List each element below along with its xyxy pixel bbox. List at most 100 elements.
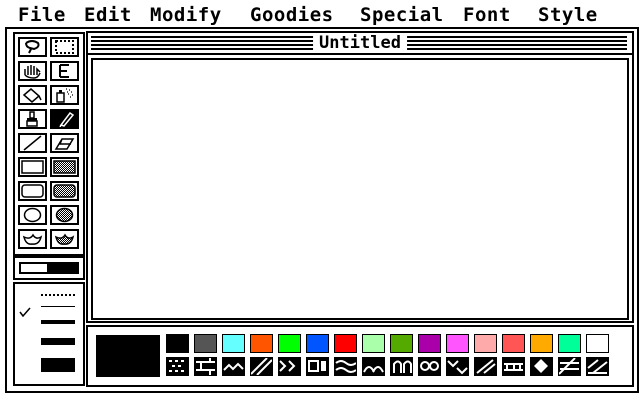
paintbrush-tool-icon: [26, 111, 38, 127]
filled-rounded-rectangle-tool[interactable]: [50, 181, 79, 201]
eraser-tool-icon: [54, 138, 75, 150]
menu-file[interactable]: File: [18, 3, 66, 27]
diamond-pattern-swatch[interactable]: [530, 357, 553, 376]
marquee-select-tool-icon: [55, 40, 74, 54]
color-swatch[interactable]: [222, 334, 245, 353]
oval-tool[interactable]: [18, 205, 47, 225]
circle-pattern-swatch[interactable]: [418, 357, 441, 376]
hatch-pattern-swatch[interactable]: [558, 357, 581, 376]
box-pattern-icon: [308, 360, 326, 372]
drawing-canvas[interactable]: [91, 58, 629, 320]
rectangle-tool[interactable]: [18, 157, 47, 177]
diag-hatch-pattern-icon: [587, 359, 608, 374]
spray-can-tool-icon: [56, 88, 73, 103]
color-swatch[interactable]: [334, 334, 357, 353]
herringbone-pattern-swatch[interactable]: [446, 357, 469, 376]
paintbrush-tool[interactable]: [18, 109, 47, 129]
window-title-bar[interactable]: Untitled: [88, 33, 632, 55]
color-swatch[interactable]: [194, 334, 217, 353]
filled-rounded-rectangle-tool-icon: [53, 184, 76, 198]
wave-pattern-swatch[interactable]: [334, 357, 357, 376]
filled-freeform-tool-icon: [54, 233, 75, 245]
zigzag-pattern-icon: [223, 362, 244, 371]
document-window: Untitled: [86, 31, 634, 323]
arch-pattern-swatch[interactable]: [390, 357, 413, 376]
marquee-select-tool[interactable]: [50, 37, 79, 57]
brick-pattern-swatch[interactable]: [194, 357, 217, 376]
weave-pattern-swatch[interactable]: [278, 357, 301, 376]
line-tool[interactable]: [18, 133, 47, 153]
menu-edit[interactable]: Edit: [84, 3, 132, 27]
color-swatch[interactable]: [586, 334, 609, 353]
color-swatch[interactable]: [418, 334, 441, 353]
color-swatch[interactable]: [166, 334, 189, 353]
grabber-hand-tool[interactable]: [18, 61, 47, 81]
paint-bucket-tool[interactable]: [18, 85, 47, 105]
rounded-rectangle-tool-icon: [21, 184, 44, 198]
diagonal-pattern-swatch[interactable]: [250, 357, 273, 376]
color-swatch[interactable]: [474, 334, 497, 353]
herringbone-pattern-icon: [447, 360, 468, 375]
line-width-thin[interactable]: [41, 306, 75, 307]
oval-tool-icon: [23, 207, 42, 223]
grabber-hand-tool-icon: [24, 65, 41, 79]
fill-swatch: [49, 262, 79, 274]
checker-pattern-icon: [169, 360, 184, 372]
filled-oval-tool-icon: [55, 207, 74, 223]
color-swatch[interactable]: [390, 334, 413, 353]
weave-pattern-icon: [279, 360, 296, 372]
color-swatch[interactable]: [558, 334, 581, 353]
color-swatch[interactable]: [362, 334, 385, 353]
lasso-tool-icon: [25, 40, 40, 54]
filled-rectangle-tool-icon: [53, 160, 76, 174]
line-width-extra-thick[interactable]: [41, 358, 75, 372]
shingle-pattern-swatch[interactable]: [502, 357, 525, 376]
checker-pattern-swatch[interactable]: [166, 357, 189, 376]
freeform-shape-tool-icon: [22, 233, 43, 245]
color-swatch[interactable]: [278, 334, 301, 353]
rectangle-tool-icon: [21, 160, 44, 174]
color-swatch[interactable]: [530, 334, 553, 353]
text-tool[interactable]: [50, 61, 79, 81]
menu-special[interactable]: Special: [360, 3, 444, 27]
line-width-dotted[interactable]: [41, 294, 75, 296]
filled-rectangle-tool[interactable]: [50, 157, 79, 177]
color-palette-window: [86, 325, 634, 387]
line-width-thick[interactable]: [41, 338, 75, 345]
circle-pattern-icon: [420, 361, 439, 371]
filled-oval-tool[interactable]: [50, 205, 79, 225]
brick-pattern-icon: [196, 358, 215, 375]
menu-font[interactable]: Font: [463, 3, 511, 27]
tool-palette: [13, 32, 85, 256]
lasso-tool[interactable]: [18, 37, 47, 57]
spray-can-tool[interactable]: [50, 85, 79, 105]
window-title: Untitled: [313, 34, 407, 53]
menu-goodies[interactable]: Goodies: [250, 3, 334, 27]
scale-pattern-swatch[interactable]: [362, 357, 385, 376]
shingle-pattern-icon: [504, 363, 523, 371]
line-width-medium[interactable]: [41, 320, 75, 324]
menu-style[interactable]: Style: [538, 3, 598, 27]
menu-modify[interactable]: Modify: [150, 3, 222, 27]
box-pattern-swatch[interactable]: [306, 357, 329, 376]
wave-pattern-icon: [335, 360, 356, 373]
color-swatch[interactable]: [250, 334, 273, 353]
color-swatch[interactable]: [502, 334, 525, 353]
rounded-rectangle-tool[interactable]: [18, 181, 47, 201]
eraser-tool[interactable]: [50, 133, 79, 153]
freeform-shape-tool[interactable]: [18, 229, 47, 249]
zigzag-pattern-swatch[interactable]: [222, 357, 245, 376]
diag-hatch-pattern-swatch[interactable]: [586, 357, 609, 376]
pencil-tool[interactable]: [50, 109, 79, 129]
color-swatch[interactable]: [446, 334, 469, 353]
arch-pattern-icon: [393, 360, 412, 373]
line-width-selector: [13, 282, 85, 386]
color-swatch[interactable]: [306, 334, 329, 353]
filled-freeform-tool[interactable]: [50, 229, 79, 249]
pencil-tool-icon: [59, 111, 75, 127]
diamond-pattern-icon: [534, 359, 548, 373]
slash-pattern-swatch[interactable]: [474, 357, 497, 376]
hatch-pattern-icon: [559, 358, 579, 375]
line-fill-indicator[interactable]: [13, 256, 85, 280]
menu-bar: File Edit Modify Goodies Special Font St…: [0, 0, 640, 30]
